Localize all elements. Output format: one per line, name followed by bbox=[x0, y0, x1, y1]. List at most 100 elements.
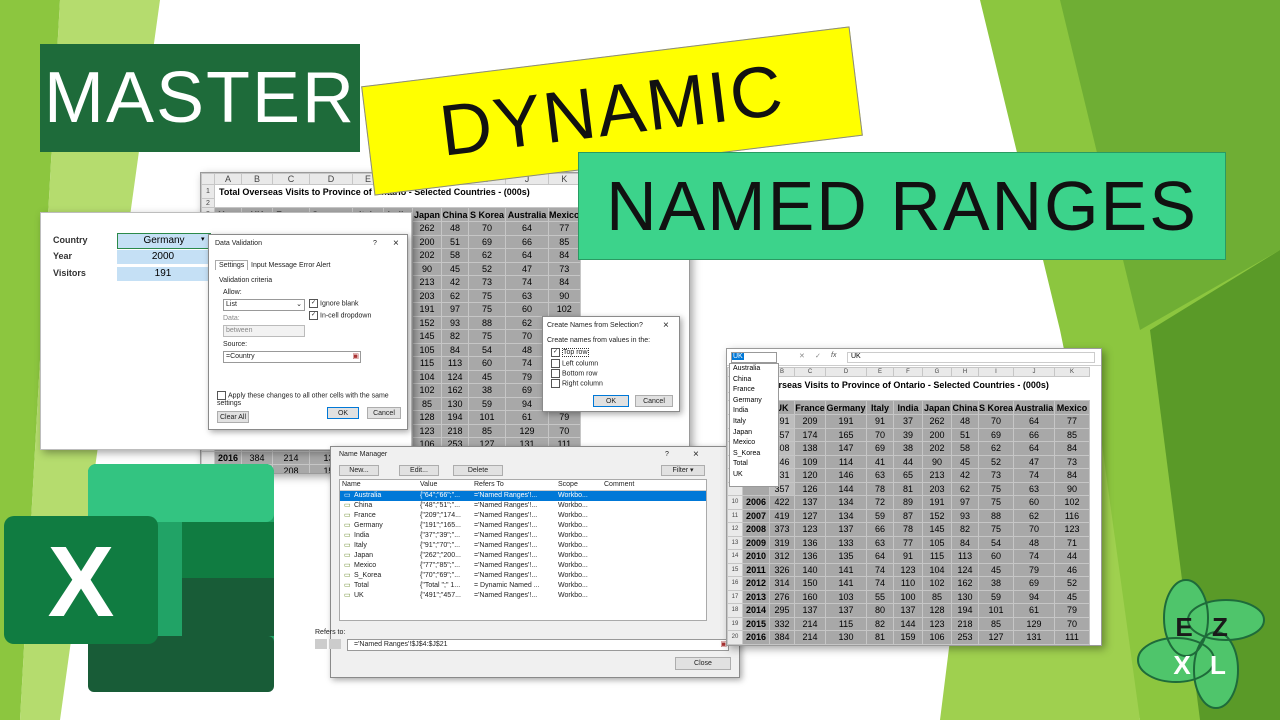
table-cell[interactable]: 116 bbox=[1054, 508, 1091, 523]
table-cell[interactable]: 91 bbox=[893, 549, 923, 564]
table-cell[interactable]: 63 bbox=[866, 535, 894, 550]
table-cell[interactable]: 213 bbox=[922, 468, 952, 483]
table-cell[interactable]: 136 bbox=[794, 549, 826, 564]
dropdown-item[interactable]: Italy bbox=[730, 417, 778, 428]
col-name[interactable]: Name bbox=[342, 481, 361, 488]
table-cell[interactable]: 64 bbox=[1013, 441, 1056, 456]
col-refers-to[interactable]: Refers To bbox=[474, 481, 504, 488]
table-cell[interactable]: 61 bbox=[1013, 603, 1056, 618]
list-item[interactable]: ▭ Total {"Total ";" 1... = Dynamic Named ..… bbox=[340, 581, 706, 591]
data-select[interactable]: between bbox=[223, 325, 305, 337]
table-cell[interactable]: 262 bbox=[412, 221, 442, 236]
table-cell[interactable]: 66 bbox=[505, 234, 549, 249]
table-cell[interactable]: 90 bbox=[412, 261, 442, 276]
table-cell[interactable]: 262 bbox=[922, 414, 952, 429]
table-cell[interactable]: 70 bbox=[1013, 522, 1056, 537]
table-cell[interactable]: 63 bbox=[866, 468, 894, 483]
table-cell[interactable]: 105 bbox=[922, 535, 952, 550]
table-cell[interactable]: 147 bbox=[825, 441, 867, 456]
table-cell[interactable]: 48 bbox=[441, 221, 469, 236]
table-cell[interactable]: 80 bbox=[866, 603, 894, 618]
table-cell[interactable]: 85 bbox=[1054, 427, 1091, 442]
table-cell[interactable]: 2006 bbox=[742, 495, 770, 510]
table-cell[interactable]: 85 bbox=[922, 589, 952, 604]
table-cell[interactable]: 128 bbox=[922, 603, 952, 618]
row-number[interactable]: 12 bbox=[727, 522, 743, 537]
row-number[interactable]: 21 bbox=[727, 643, 743, 645]
row-number[interactable]: 10 bbox=[727, 495, 743, 510]
table-cell[interactable]: 166 bbox=[893, 643, 923, 645]
table-cell[interactable]: 38 bbox=[977, 576, 1015, 591]
table-cell[interactable]: 77 bbox=[548, 221, 581, 236]
table-cell[interactable]: 82 bbox=[441, 329, 469, 344]
table-cell[interactable]: 253 bbox=[951, 630, 979, 645]
table-cell[interactable]: 90 bbox=[1054, 481, 1091, 496]
table-cell[interactable]: 2010 bbox=[742, 549, 770, 564]
row-number[interactable]: 13 bbox=[727, 535, 743, 550]
header-cell[interactable]: China bbox=[951, 400, 979, 415]
table-cell[interactable]: 93 bbox=[951, 508, 979, 523]
table-cell[interactable]: 52 bbox=[977, 454, 1015, 469]
table-cell[interactable]: 84 bbox=[548, 275, 581, 290]
visitors-cell[interactable]: 191 bbox=[117, 267, 209, 281]
header-cell[interactable]: S Korea bbox=[468, 207, 506, 222]
table-cell[interactable]: 62 bbox=[441, 288, 469, 303]
close-icon[interactable]: × bbox=[663, 320, 669, 331]
table-cell[interactable]: 59 bbox=[866, 508, 894, 523]
ok-button[interactable]: OK bbox=[593, 395, 629, 407]
table-cell[interactable]: 66 bbox=[1013, 427, 1056, 442]
header-cell[interactable]: Italy bbox=[866, 400, 894, 415]
table-cell[interactable]: 124 bbox=[441, 369, 469, 384]
row-number[interactable]: 11 bbox=[727, 508, 743, 523]
corner-cell[interactable] bbox=[201, 173, 215, 185]
table-cell[interactable]: 123 bbox=[412, 423, 442, 438]
table-cell[interactable]: 52 bbox=[468, 261, 506, 276]
row-number[interactable]: 15 bbox=[727, 562, 743, 577]
list-item[interactable]: ▭ France {"209";"174... ='Named Ranges'!...… bbox=[340, 511, 706, 521]
dropdown-item[interactable]: Germany bbox=[730, 396, 778, 407]
table-cell[interactable]: 89 bbox=[866, 643, 894, 645]
table-cell[interactable]: 60 bbox=[468, 356, 506, 371]
table-cell[interactable]: 162 bbox=[441, 383, 469, 398]
table-cell[interactable]: 191 bbox=[825, 414, 867, 429]
table-cell[interactable]: 45 bbox=[468, 369, 506, 384]
header-cell[interactable]: Mexico bbox=[548, 207, 581, 222]
dropdown-item[interactable]: UK bbox=[730, 470, 778, 481]
table-cell[interactable]: 72 bbox=[866, 495, 894, 510]
table-cell[interactable]: 70 bbox=[977, 414, 1015, 429]
row-number[interactable]: 18 bbox=[727, 603, 743, 618]
table-cell[interactable]: 65 bbox=[893, 468, 923, 483]
name-box-dropdown[interactable]: Australia China France Germany India Italy Jap… bbox=[729, 363, 779, 487]
header-cell[interactable]: Japan bbox=[412, 207, 442, 222]
table-cell[interactable]: 60 bbox=[977, 549, 1015, 564]
table-cell[interactable]: 123 bbox=[794, 522, 826, 537]
enter-icon[interactable]: ✓ bbox=[815, 352, 821, 360]
table-cell[interactable]: 137 bbox=[794, 495, 826, 510]
list-item[interactable]: ▭ China {"48";"51";"... ='Named Ranges'!...… bbox=[340, 501, 706, 511]
table-cell[interactable]: 144 bbox=[825, 481, 867, 496]
table-cell[interactable]: 276 bbox=[769, 589, 795, 604]
dropdown-item[interactable]: India bbox=[730, 406, 778, 417]
table-cell[interactable]: 85 bbox=[548, 234, 581, 249]
table-cell[interactable]: 77 bbox=[893, 535, 923, 550]
table-cell[interactable]: 94 bbox=[1013, 589, 1056, 604]
list-item[interactable]: ▭ Italy {"91";"70";"... ='Named Ranges'!...… bbox=[340, 541, 706, 551]
table-cell[interactable]: 295 bbox=[769, 603, 795, 618]
table-cell[interactable]: 54 bbox=[977, 535, 1015, 550]
table-cell[interactable]: 133 bbox=[825, 535, 867, 550]
table-cell[interactable]: 120 bbox=[794, 468, 826, 483]
col-letter[interactable]: E bbox=[866, 367, 894, 377]
filter-button[interactable]: Filter ▾ bbox=[661, 465, 705, 476]
table-cell[interactable]: 152 bbox=[412, 315, 442, 330]
table-cell[interactable]: 200 bbox=[412, 234, 442, 249]
table-cell[interactable]: 39 bbox=[893, 427, 923, 442]
table-cell[interactable]: 146 bbox=[825, 468, 867, 483]
table-cell[interactable]: 69 bbox=[468, 234, 506, 249]
country-cell[interactable]: Germany bbox=[117, 233, 211, 249]
confirm-edit-icon[interactable] bbox=[329, 639, 341, 649]
table-cell[interactable]: 48 bbox=[951, 414, 979, 429]
dropdown-item[interactable]: France bbox=[730, 385, 778, 396]
table-cell[interactable]: 84 bbox=[951, 535, 979, 550]
table-cell[interactable]: 186 bbox=[1054, 643, 1091, 645]
table-cell[interactable]: 2009 bbox=[742, 535, 770, 550]
